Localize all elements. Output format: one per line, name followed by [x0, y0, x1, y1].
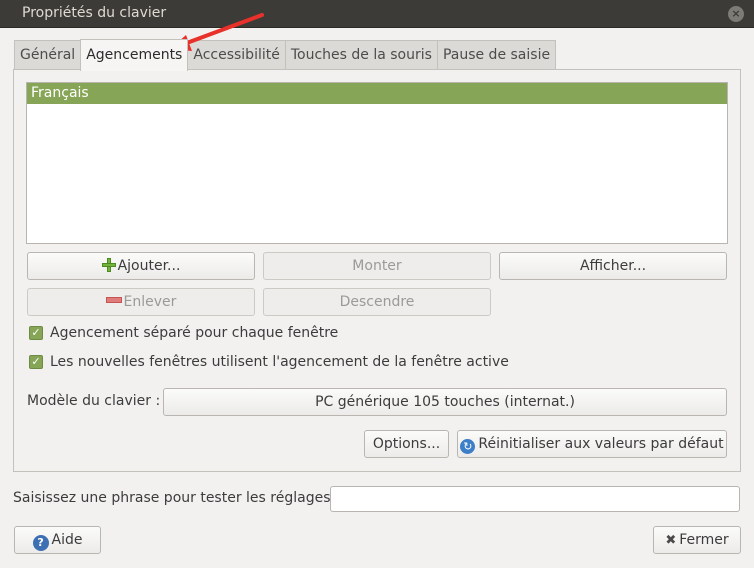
- close-label: Fermer: [679, 532, 729, 548]
- refresh-icon: ↻: [460, 439, 476, 454]
- reset-defaults-label: Réinitialiser aux valeurs par défaut: [478, 436, 724, 452]
- help-button[interactable]: ? Aide: [14, 526, 101, 554]
- show-layout-button[interactable]: Afficher...: [499, 252, 727, 280]
- move-up-button[interactable]: Monter: [263, 252, 491, 280]
- use-active-layout-checkbox[interactable]: ✓: [29, 355, 43, 369]
- keyboard-preferences-window: Propriétés du clavier × Général Agenceme…: [0, 0, 754, 568]
- window-close-icon[interactable]: ×: [728, 6, 744, 22]
- tab-mouse-keys[interactable]: Touches de la souris: [284, 40, 438, 70]
- move-down-button[interactable]: Descendre: [263, 288, 491, 316]
- separate-layout-checkbox[interactable]: ✓: [29, 326, 43, 340]
- window-title: Propriétés du clavier: [22, 5, 167, 21]
- tab-accessibility[interactable]: Accessibilité: [187, 40, 286, 70]
- test-phrase-input[interactable]: [330, 486, 740, 512]
- help-label: Aide: [51, 532, 83, 548]
- separate-layout-checkbox-row[interactable]: ✓ Agencement séparé pour chaque fenêtre: [29, 325, 338, 341]
- separate-layout-label: Agencement séparé pour chaque fenêtre: [50, 325, 339, 341]
- options-button[interactable]: Options...: [364, 430, 449, 458]
- add-layout-button[interactable]: Ajouter...: [27, 252, 255, 280]
- remove-layout-label: Enlever: [123, 294, 177, 310]
- plus-icon: [101, 258, 116, 272]
- test-field-label: Saisissez une phrase pour tester les rég…: [13, 490, 340, 506]
- use-active-layout-label: Les nouvelles fenêtres utilisent l'agenc…: [50, 354, 509, 370]
- remove-layout-button[interactable]: Enlever: [27, 288, 255, 316]
- help-icon: ?: [32, 535, 49, 551]
- use-active-layout-checkbox-row[interactable]: ✓ Les nouvelles fenêtres utilisent l'age…: [29, 354, 509, 370]
- tab-layouts[interactable]: Agencements: [80, 39, 189, 71]
- list-item[interactable]: Français: [27, 83, 727, 104]
- reset-defaults-button[interactable]: ↻ Réinitialiser aux valeurs par défaut: [457, 430, 727, 458]
- tab-bar: Général Agencements Accessibilité Touche…: [14, 39, 557, 71]
- add-layout-label: Ajouter...: [117, 258, 181, 274]
- close-button[interactable]: ✖ Fermer: [653, 526, 741, 554]
- title-bar[interactable]: Propriétés du clavier ×: [0, 0, 754, 28]
- keyboard-model-button[interactable]: PC générique 105 touches (internat.): [163, 388, 727, 416]
- tab-typing-break[interactable]: Pause de saisie: [436, 40, 557, 70]
- minus-icon: [105, 297, 122, 303]
- tab-general[interactable]: Général: [14, 40, 82, 70]
- x-icon: ✖: [665, 533, 677, 548]
- layouts-list[interactable]: Français: [26, 82, 728, 244]
- keyboard-model-label: Modèle du clavier :: [27, 393, 161, 409]
